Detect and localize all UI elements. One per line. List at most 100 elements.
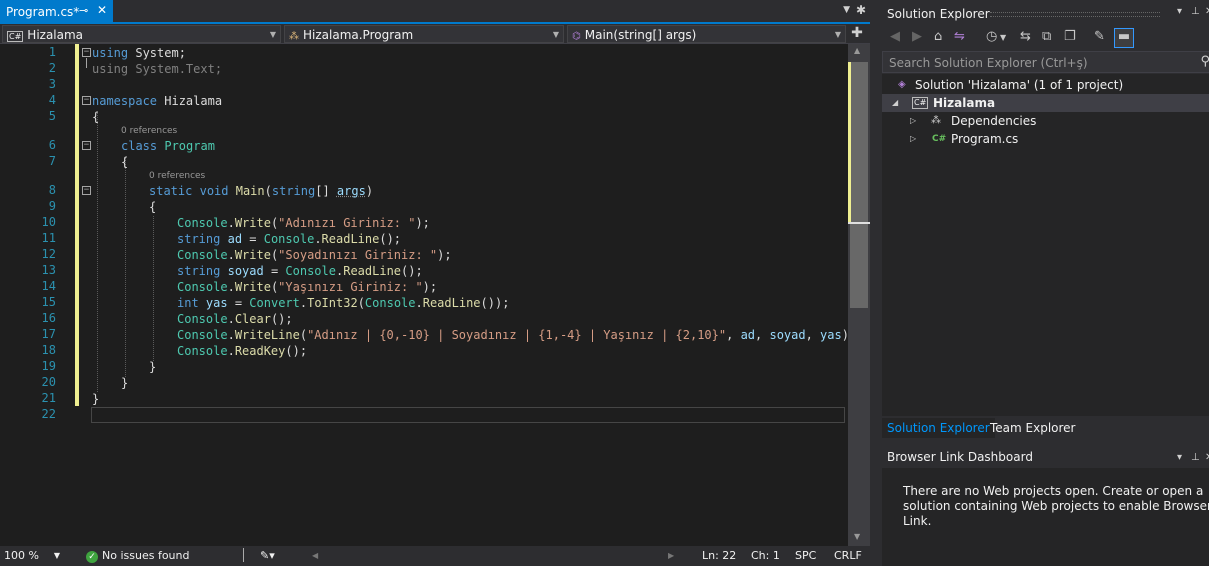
zoom-level: 100 % — [4, 549, 39, 562]
tab-solution-explorer[interactable]: Solution Explorer — [882, 418, 995, 438]
scroll-up-icon[interactable]: ▲ — [854, 46, 860, 55]
scroll-right-icon[interactable]: ▶ — [668, 551, 674, 560]
code-line: Console.Clear(); — [0, 311, 848, 327]
char-indicator[interactable]: Ch: 1 — [751, 549, 780, 562]
code-token: . — [314, 232, 322, 246]
tree-item-label: Dependencies — [951, 114, 1037, 128]
code-token: using System.Text; — [92, 62, 223, 76]
code-token: { — [92, 110, 100, 124]
code-line: } — [0, 375, 848, 391]
divider — [243, 548, 244, 562]
collapse-all-icon[interactable]: ⧉ — [1042, 29, 1051, 44]
tree-item-label: Program.cs — [951, 132, 1019, 146]
code-token: soyad — [769, 328, 806, 342]
vertical-scrollbar[interactable]: ▲ ▼ — [848, 44, 870, 546]
code-token: yas — [820, 328, 842, 342]
code-token: (); — [285, 344, 308, 358]
solution-icon: ◈ — [898, 79, 906, 90]
code-line: static void Main(string[] args) — [0, 183, 848, 199]
code-token: (); — [379, 232, 402, 246]
window-menu-icon[interactable]: ▾ — [1177, 452, 1182, 463]
code-lens-references[interactable]: 0 references — [121, 126, 177, 136]
code-token: Console — [177, 248, 228, 262]
pin-icon[interactable]: ⊥ — [1191, 452, 1200, 463]
tree-item-project[interactable]: ◢ C# Hizalama — [882, 94, 1209, 112]
code-token: "Yaşınızı Giriniz: " — [278, 280, 423, 294]
member-dropdown[interactable]: ⌬ Main(string[] args) ▼ — [567, 25, 846, 43]
switch-views-icon[interactable]: ⇋ — [954, 29, 965, 44]
check-circle-icon: ✓ — [86, 551, 98, 563]
code-token: using — [92, 46, 129, 60]
csharp-file-icon: C# — [932, 134, 947, 144]
window-menu-icon[interactable]: ▾ — [1177, 6, 1182, 17]
expand-arrow-icon[interactable]: ▷ — [910, 130, 916, 148]
code-token: int — [177, 296, 199, 310]
line-indicator[interactable]: Ln: 22 — [702, 549, 736, 562]
home-icon[interactable]: ⌂ — [934, 29, 942, 44]
scroll-down-icon[interactable]: ▼ — [854, 532, 860, 541]
sync-icon[interactable]: ⇆ — [1020, 29, 1031, 44]
code-token: class — [121, 139, 158, 153]
code-token: = — [242, 232, 264, 246]
tree-item-solution[interactable]: ◈ Solution 'Hizalama' (1 of 1 project) — [882, 76, 1209, 94]
type-dropdown[interactable]: ⁂ Hizalama.Program ▼ — [284, 25, 564, 43]
code-editor[interactable]: − − − − 0 references 0 references 1 2 3 … — [0, 44, 848, 546]
properties-wrench-icon[interactable]: ✎ — [1094, 29, 1105, 44]
chevron-down-icon: ▼ — [269, 30, 276, 39]
line-ending-indicator[interactable]: CRLF — [834, 549, 862, 562]
tree-item-dependencies[interactable]: ▷ ⁂ Dependencies — [882, 112, 1209, 130]
preview-selected-icon[interactable]: ▬ — [1114, 28, 1134, 48]
code-token: ad — [227, 232, 243, 246]
tab-team-explorer[interactable]: Team Explorer — [985, 418, 1081, 438]
code-token: ad — [740, 328, 756, 342]
document-tab-strip: Program.cs* ⊸ ✕ ▼ ✱ — [0, 0, 870, 24]
project-dropdown[interactable]: C# Hizalama ▼ — [2, 25, 281, 43]
back-icon[interactable]: ◀ — [890, 29, 900, 44]
expand-arrow-icon[interactable]: ▷ — [910, 112, 916, 130]
class-icon: ⁂ — [289, 31, 299, 42]
title-grip — [990, 12, 1160, 17]
code-token: Main — [235, 184, 265, 198]
editor-status-bar: 100 % ▼ ✓ No issues found ✎▾ ◀ ▶ Ln: 22 C… — [0, 546, 870, 566]
show-all-files-icon[interactable]: ❐ — [1064, 29, 1076, 44]
tab-program-cs[interactable]: Program.cs* ⊸ ✕ — [0, 0, 113, 22]
pin-icon[interactable]: ⊥ — [1191, 6, 1200, 17]
chevron-down-icon: ▼ — [552, 30, 559, 39]
chevron-down-icon: ▼ — [834, 30, 841, 39]
issues-indicator[interactable]: ✓ No issues found — [86, 549, 189, 563]
code-cleanup-icon[interactable]: ✎▾ — [260, 549, 275, 562]
code-token: ToInt32 — [307, 296, 358, 310]
code-token: WriteLine — [234, 328, 300, 342]
solution-explorer-title: Solution Explorer — [887, 7, 990, 21]
code-token: , — [805, 328, 821, 342]
close-icon[interactable]: ✕ — [1205, 6, 1209, 17]
scrollbar-thumb[interactable] — [850, 62, 868, 308]
editor-area: Program.cs* ⊸ ✕ ▼ ✱ C# Hizalama ▼ ⁂ Hizala… — [0, 0, 870, 566]
scroll-left-icon[interactable]: ◀ — [312, 551, 318, 560]
close-icon[interactable]: ✕ — [1205, 452, 1209, 463]
close-icon[interactable]: ✕ — [97, 3, 107, 17]
code-line: { — [0, 154, 848, 170]
tree-item-program-cs[interactable]: ▷ C# Program.cs — [882, 130, 1209, 148]
chevron-down-icon[interactable]: ▼ — [1000, 33, 1006, 42]
search-input[interactable]: Search Solution Explorer (Ctrl+ş) ⚲ — [882, 51, 1209, 73]
collapse-arrow-icon[interactable]: ◢ — [892, 94, 898, 112]
search-icon[interactable]: ⚲ — [1200, 54, 1209, 69]
forward-icon[interactable]: ▶ — [912, 29, 922, 44]
code-token: static — [149, 184, 193, 198]
tab-list-dropdown-icon[interactable]: ▼ — [843, 5, 850, 15]
code-token: Program — [164, 139, 215, 153]
zoom-dropdown[interactable]: 100 % ▼ — [2, 548, 62, 564]
gear-icon[interactable]: ✱ — [856, 3, 866, 17]
split-window-icon[interactable]: ✚ — [848, 25, 866, 43]
whitespace-indicator[interactable]: SPC — [795, 549, 816, 562]
pin-icon[interactable]: ⊸ — [79, 4, 88, 17]
tree-item-label: Hizalama — [933, 96, 996, 110]
code-token: "Soyadınızı Giriniz: " — [278, 248, 438, 262]
pending-changes-icon[interactable]: ◷ — [986, 29, 997, 44]
code-lens-references[interactable]: 0 references — [149, 171, 205, 181]
code-token: [] — [315, 184, 337, 198]
